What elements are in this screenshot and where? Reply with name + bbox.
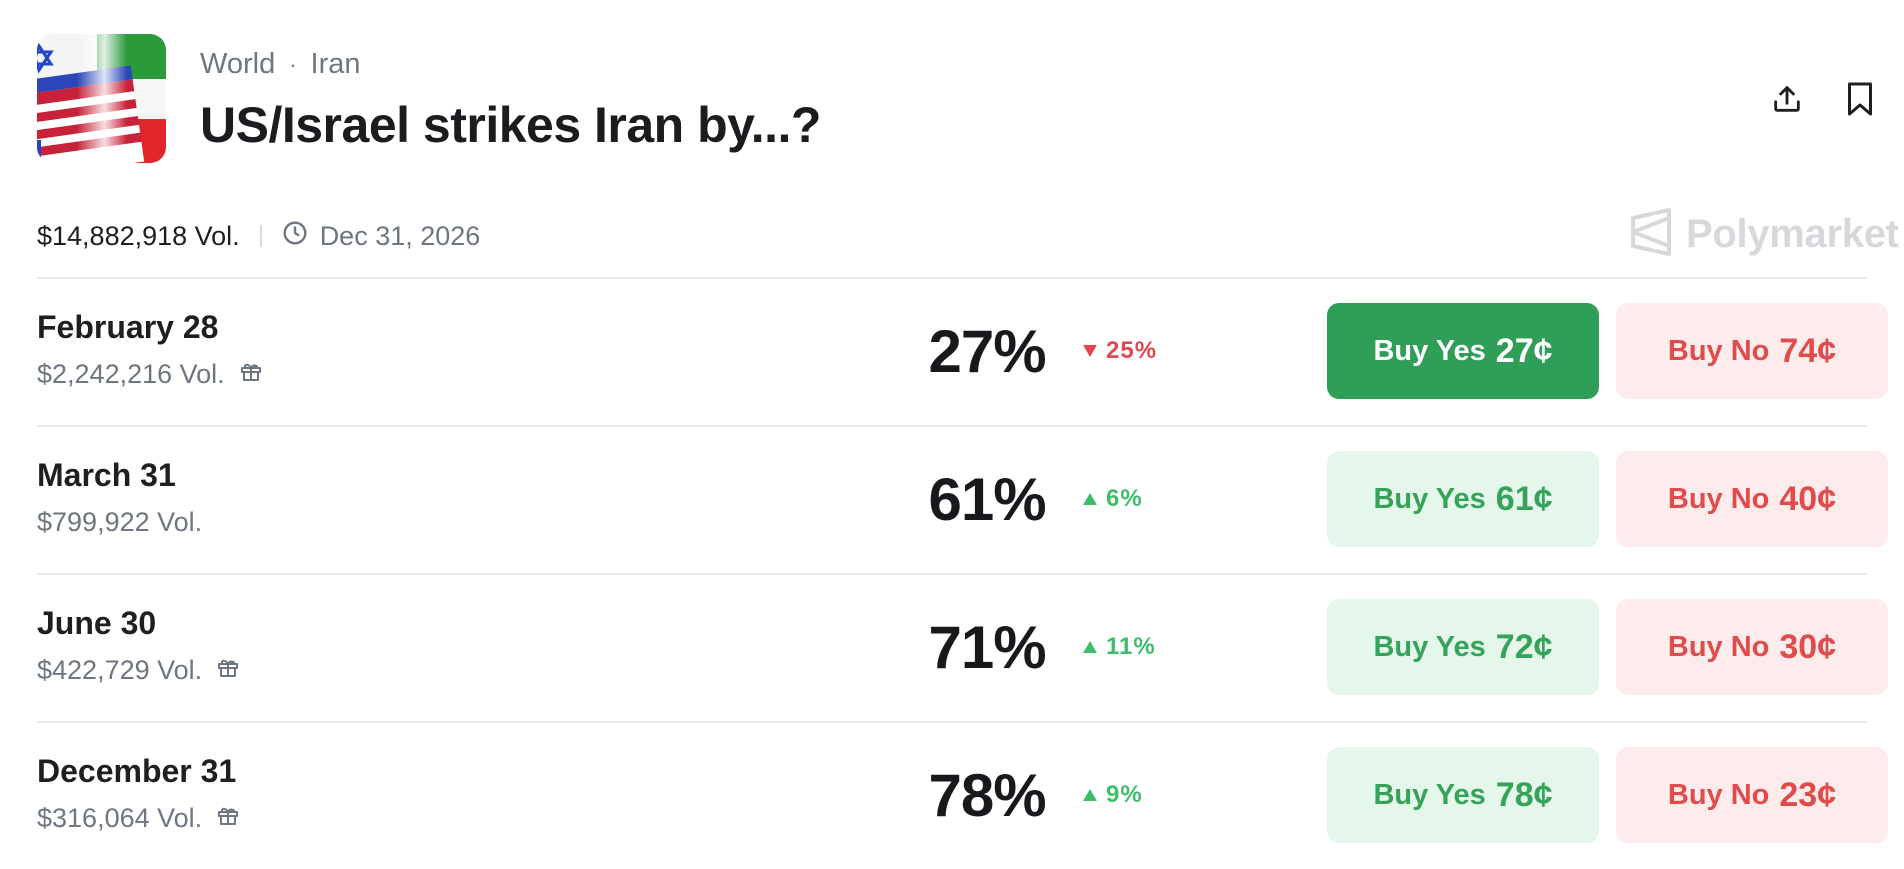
bookmark-icon (1845, 81, 1875, 122)
buy-yes-price: 72¢ (1495, 627, 1553, 666)
buy-no-label: Buy No (1667, 482, 1770, 515)
buy-no-price: 23¢ (1779, 775, 1837, 814)
breadcrumb-world[interactable]: World (200, 48, 275, 81)
outcome-change: 9% (1082, 781, 1143, 809)
buy-yes-price: 78¢ (1495, 775, 1553, 814)
triangle-up-icon (1082, 633, 1098, 661)
outcome-change: 25% (1082, 337, 1157, 365)
outcome-change: 11% (1082, 633, 1156, 661)
total-volume: $14,882,918 Vol. (37, 220, 240, 251)
share-button[interactable] (1764, 78, 1810, 124)
outcome-volume: $2,242,216 Vol. (37, 359, 263, 390)
buy-no-button[interactable]: Buy No 23¢ (1616, 747, 1888, 843)
outcome-probability: 61% (928, 466, 1046, 533)
breadcrumb-iran[interactable]: Iran (311, 48, 361, 81)
market-meta: $14,882,918 Vol. Dec 31, 2026 (37, 212, 480, 260)
polymarket-logo-icon (1630, 207, 1672, 261)
outcome-date: December 31 (37, 753, 237, 789)
buy-no-label: Buy No (1667, 630, 1770, 663)
outcome-probability: 78% (928, 762, 1046, 829)
buy-no-price: 30¢ (1779, 627, 1837, 666)
buy-yes-button[interactable]: Buy Yes 27¢ (1327, 303, 1599, 399)
end-date: Dec 31, 2026 (282, 220, 481, 253)
outcome-volume: $422,729 Vol. (37, 655, 240, 686)
buy-no-button[interactable]: Buy No 30¢ (1616, 599, 1888, 695)
buy-yes-label: Buy Yes (1373, 482, 1486, 515)
market-image (37, 34, 166, 163)
outcome-row[interactable]: June 30 $422,729 Vol. 71% 11% Buy Yes 72… (37, 573, 1888, 721)
buy-yes-button[interactable]: Buy Yes 78¢ (1327, 747, 1599, 843)
outcome-change: 6% (1082, 485, 1143, 513)
brand-name: Polymarket (1686, 211, 1899, 256)
outcome-change-text: 11% (1106, 633, 1156, 660)
triangle-up-icon (1082, 485, 1098, 513)
outcome-row[interactable]: February 28 $2,242,216 Vol. 27% 25% Buy … (37, 277, 1888, 425)
outcome-volume-text: $799,922 Vol. (37, 507, 203, 537)
polymarket-brand: Polymarket (1630, 204, 1899, 264)
market-header: World · Iran US/Israel strikes Iran by..… (37, 34, 1872, 164)
buy-no-button[interactable]: Buy No 40¢ (1616, 451, 1888, 547)
buy-yes-label: Buy Yes (1373, 630, 1486, 663)
outcome-volume: $316,064 Vol. (37, 803, 240, 834)
buy-no-price: 74¢ (1779, 331, 1837, 370)
meta-divider (259, 225, 262, 247)
breadcrumb: World · Iran (200, 48, 361, 81)
buy-no-button[interactable]: Buy No 74¢ (1616, 303, 1888, 399)
outcome-date: March 31 (37, 457, 176, 493)
gift-icon (216, 655, 240, 686)
outcome-row[interactable]: March 31 $799,922 Vol. 61% 6% Buy Yes 61… (37, 425, 1888, 573)
outcome-volume-text: $316,064 Vol. (37, 803, 203, 833)
buy-yes-label: Buy Yes (1373, 334, 1486, 367)
outcomes-list: February 28 $2,242,216 Vol. 27% 25% Buy … (37, 277, 1888, 869)
buy-yes-button[interactable]: Buy Yes 61¢ (1327, 451, 1599, 547)
buy-yes-button[interactable]: Buy Yes 72¢ (1327, 599, 1599, 695)
page-title: US/Israel strikes Iran by...? (200, 97, 821, 153)
breadcrumb-separator: · (289, 51, 297, 77)
outcome-volume-text: $422,729 Vol. (37, 655, 203, 685)
outcome-volume-text: $2,242,216 Vol. (37, 359, 225, 389)
end-date-text: Dec 31, 2026 (319, 220, 481, 251)
buy-yes-price: 61¢ (1495, 479, 1553, 518)
outcome-date: June 30 (37, 605, 157, 641)
clock-icon (282, 220, 308, 253)
outcome-row[interactable]: December 31 $316,064 Vol. 78% 9% Buy Yes… (37, 721, 1888, 869)
buy-no-label: Buy No (1667, 778, 1770, 811)
buy-no-price: 40¢ (1779, 479, 1837, 518)
outcome-change-text: 9% (1106, 781, 1143, 808)
outcome-change-text: 25% (1106, 337, 1158, 364)
upload-icon (1770, 82, 1804, 121)
outcome-date: February 28 (37, 309, 219, 345)
gift-icon (216, 803, 240, 834)
outcome-volume: $799,922 Vol. (37, 507, 202, 538)
outcome-probability: 71% (928, 614, 1046, 681)
bookmark-button[interactable] (1837, 78, 1883, 124)
buy-yes-label: Buy Yes (1373, 778, 1486, 811)
outcome-probability: 27% (928, 318, 1046, 385)
triangle-down-icon (1082, 337, 1098, 365)
gift-icon (239, 359, 263, 390)
triangle-up-icon (1082, 781, 1098, 809)
outcome-change-text: 6% (1106, 485, 1143, 512)
buy-no-label: Buy No (1667, 334, 1770, 367)
buy-yes-price: 27¢ (1495, 331, 1553, 370)
